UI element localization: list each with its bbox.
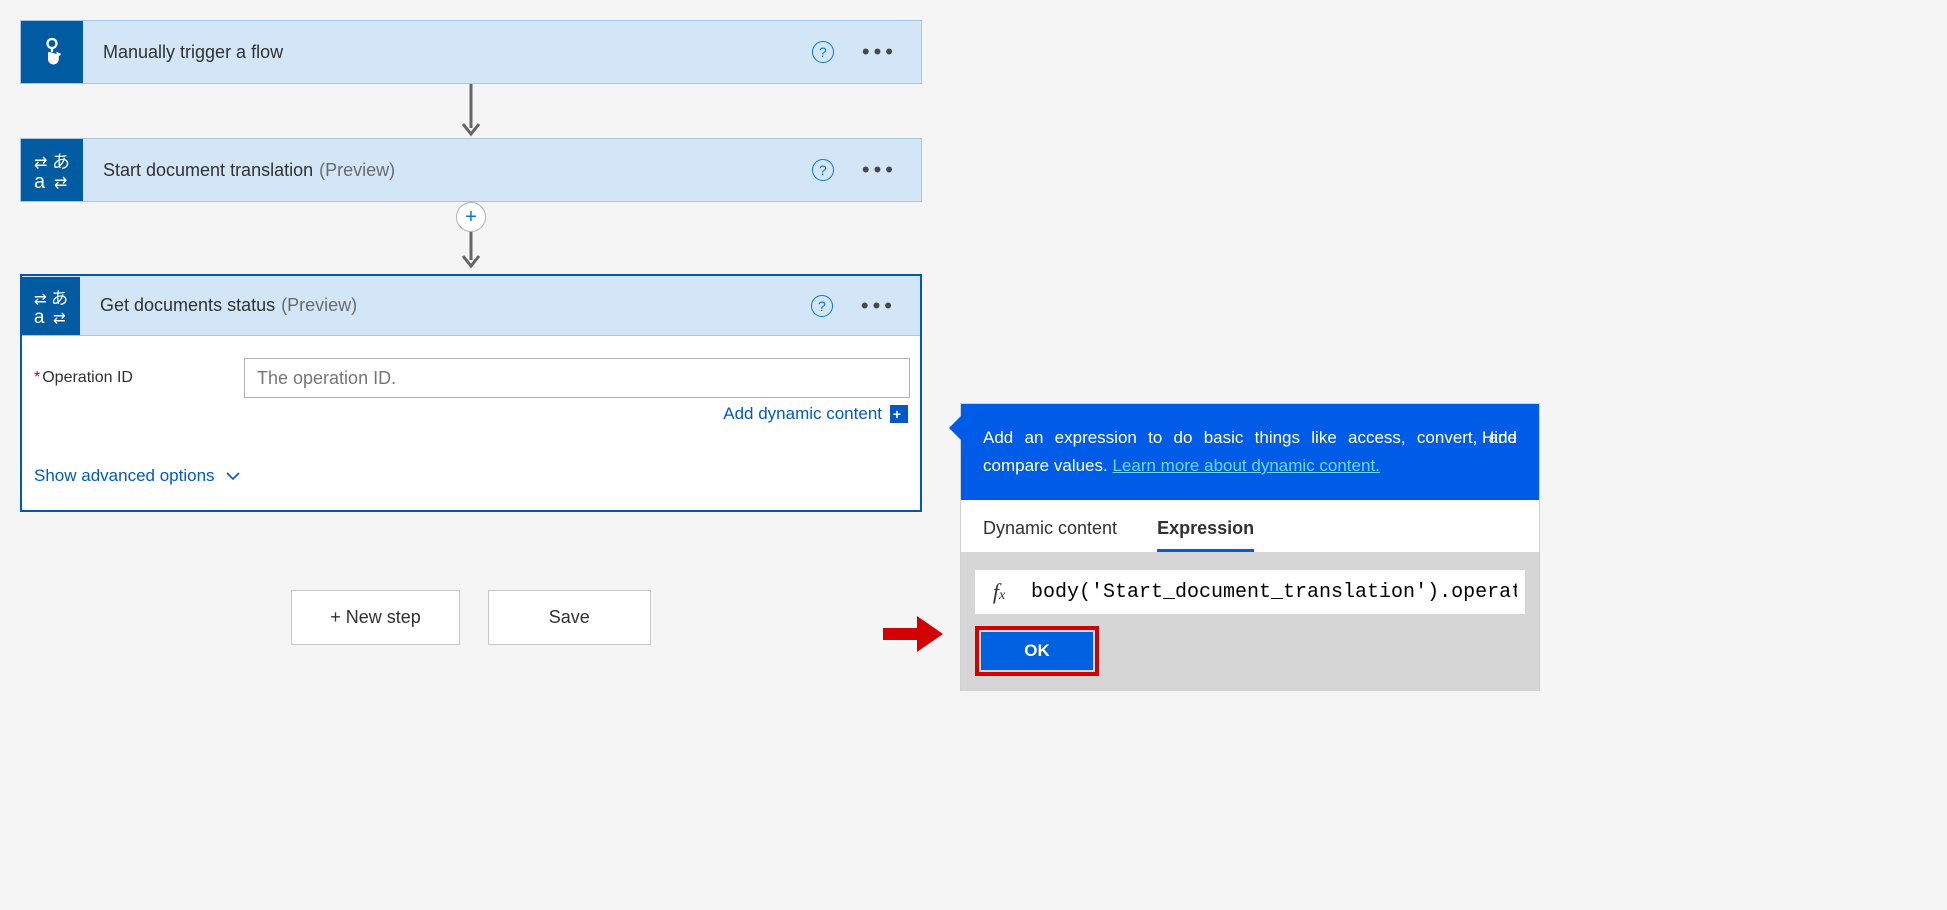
annotation-arrow-icon: [883, 616, 943, 652]
translate-icon: ⇄ あ a ⇄: [22, 277, 80, 335]
step-title: Start document translation: [103, 160, 313, 181]
show-advanced-toggle[interactable]: Show advanced options: [34, 466, 910, 486]
expression-input-row: fx: [975, 570, 1525, 614]
learn-more-link[interactable]: Learn more about dynamic content.: [1112, 456, 1379, 475]
translate-icon: ⇄ あ a ⇄: [21, 139, 83, 201]
tab-dynamic-content[interactable]: Dynamic content: [983, 518, 1117, 552]
add-step-button[interactable]: +: [456, 202, 486, 232]
hide-button[interactable]: Hide: [1482, 424, 1517, 452]
tab-expression[interactable]: Expression: [1157, 518, 1254, 552]
preview-label: (Preview): [281, 295, 357, 316]
save-button[interactable]: Save: [488, 590, 651, 645]
svg-text:a: a: [34, 171, 46, 192]
svg-text:a: a: [34, 307, 45, 327]
dynamic-content-panel: Hide Add an expression to do basic thing…: [960, 403, 1540, 691]
more-icon[interactable]: •••: [862, 39, 897, 65]
more-icon[interactable]: •••: [862, 157, 897, 183]
preview-label: (Preview): [319, 160, 395, 181]
flow-step-trigger[interactable]: Manually trigger a flow ? •••: [20, 20, 922, 84]
svg-text:⇄: ⇄: [34, 291, 47, 308]
step-title: Get documents status: [100, 295, 275, 316]
ok-highlight: OK: [975, 626, 1099, 676]
plus-icon[interactable]: +: [890, 405, 908, 423]
svg-text:あ: あ: [51, 288, 68, 308]
fx-icon: fx: [975, 570, 1023, 614]
step-title: Manually trigger a flow: [103, 42, 283, 63]
more-icon[interactable]: •••: [861, 293, 896, 319]
panel-tabs: Dynamic content Expression: [961, 500, 1539, 552]
svg-text:あ: あ: [52, 152, 70, 172]
flow-step-start-translation[interactable]: ⇄ あ a ⇄ Start document translation (Prev…: [20, 138, 922, 202]
connector-arrow: [461, 84, 481, 138]
new-step-button[interactable]: + New step: [291, 590, 460, 645]
operation-id-input[interactable]: [244, 358, 910, 398]
help-icon[interactable]: ?: [812, 159, 834, 181]
add-dynamic-content-link[interactable]: Add dynamic content: [723, 404, 882, 424]
help-icon[interactable]: ?: [812, 41, 834, 63]
svg-text:⇄: ⇄: [54, 175, 67, 192]
connector-arrow-plus: +: [461, 202, 481, 274]
help-icon[interactable]: ?: [811, 295, 833, 317]
panel-pointer-icon: [949, 416, 961, 440]
flow-step-get-status: ⇄ あ a ⇄ Get documents status (Preview) ?…: [20, 274, 922, 512]
touch-icon: [21, 21, 83, 83]
field-label: *Operation ID: [34, 369, 234, 387]
expression-input[interactable]: [1023, 570, 1525, 614]
ok-button[interactable]: OK: [981, 632, 1093, 670]
svg-text:⇄: ⇄: [34, 155, 47, 172]
step-header[interactable]: ⇄ あ a ⇄ Get documents status (Preview) ?…: [22, 276, 920, 336]
svg-text:⇄: ⇄: [53, 310, 66, 327]
panel-header: Hide Add an expression to do basic thing…: [961, 404, 1539, 500]
